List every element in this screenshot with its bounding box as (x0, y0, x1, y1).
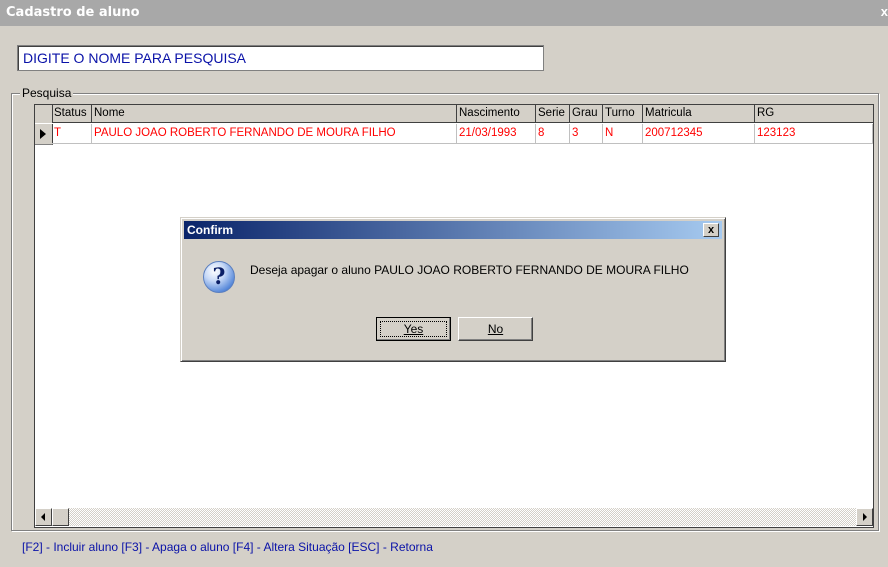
table-row-status[interactable]: T (52, 124, 92, 144)
column-header-matricula[interactable]: Matricula (643, 105, 755, 123)
search-input[interactable]: DIGITE O NOME PARA PESQUISA (17, 45, 544, 71)
column-header-serie[interactable]: Serie (536, 105, 570, 123)
table-row-matricula[interactable]: 200712345 (643, 124, 755, 144)
grid-header: Status Nome Nascimento Serie Grau Turno … (35, 105, 873, 123)
arrow-right-icon (863, 513, 867, 521)
table-row-serie[interactable]: 8 (536, 124, 570, 144)
window-titlebar: Cadastro de aluno x (0, 0, 888, 26)
horizontal-scrollbar[interactable] (35, 508, 873, 526)
table-row-rg[interactable]: 123123 (755, 124, 873, 144)
column-header-nome[interactable]: Nome (92, 105, 457, 123)
scroll-thumb[interactable] (52, 508, 69, 526)
table-row-nascimento[interactable]: 21/03/1993 (457, 124, 536, 144)
yes-button[interactable]: Yes (376, 317, 451, 341)
row-indicator-icon (35, 124, 53, 145)
indicator-header (35, 105, 53, 123)
group-label: Pesquisa (20, 86, 74, 100)
confirm-dialog: Confirm x ? Deseja apagar o aluno PAULO … (180, 217, 726, 362)
window-title: Cadastro de aluno (6, 5, 140, 20)
no-button[interactable]: No (458, 317, 533, 341)
column-header-rg[interactable]: RG (755, 105, 873, 123)
dialog-titlebar[interactable]: Confirm x (184, 221, 722, 239)
column-header-turno[interactable]: Turno (603, 105, 643, 123)
scroll-right-button[interactable] (856, 508, 873, 526)
column-header-status[interactable]: Status (52, 105, 92, 123)
arrow-left-icon (41, 513, 45, 521)
column-header-grau[interactable]: Grau (570, 105, 603, 123)
table-row-grau[interactable]: 3 (570, 124, 603, 144)
table-row-turno[interactable]: N (603, 124, 643, 144)
dialog-message: Deseja apagar o aluno PAULO JOAO ROBERTO… (250, 263, 689, 277)
dialog-close-icon[interactable]: x (703, 223, 719, 237)
column-header-nascimento[interactable]: Nascimento (457, 105, 536, 123)
shortcut-hint: [F2] - Incluir aluno [F3] - Apaga o alun… (22, 540, 433, 554)
no-button-label: No (487, 322, 504, 336)
dialog-title: Confirm (187, 223, 233, 237)
scroll-left-button[interactable] (35, 508, 52, 526)
question-icon: ? (203, 261, 235, 293)
table-row-nome[interactable]: PAULO JOAO ROBERTO FERNANDO DE MOURA FIL… (92, 124, 457, 144)
window-close-icon[interactable]: x (881, 4, 888, 19)
